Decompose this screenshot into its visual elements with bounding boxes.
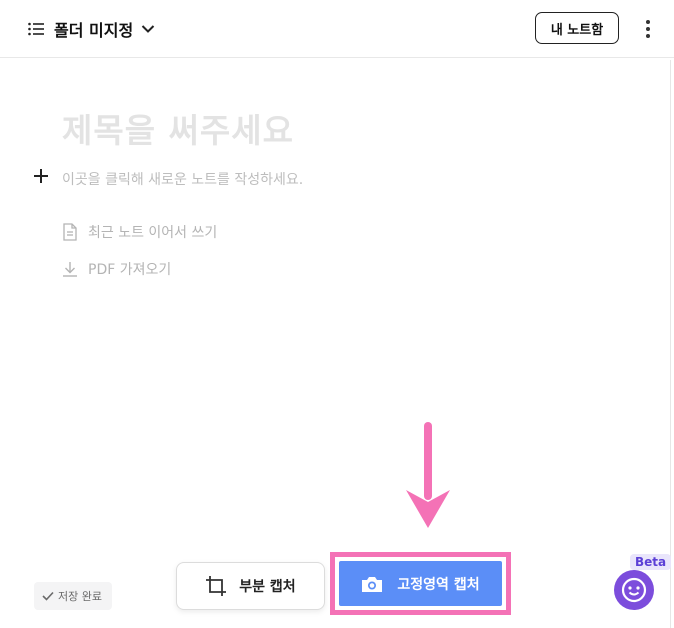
document-icon (63, 223, 77, 241)
fixed-area-capture-button[interactable]: 고정영역 캡처 (339, 561, 502, 606)
partial-capture-label: 부분 캡처 (239, 579, 296, 595)
note-header: 폴더 미지정 내 노트함 (0, 0, 674, 58)
folder-selector[interactable]: 폴더 미지정 (28, 17, 155, 41)
save-status-badge: 저장 완료 (34, 582, 112, 610)
partial-capture-button[interactable]: 부분 캡처 (176, 562, 325, 610)
annotation-arrow (406, 422, 450, 528)
continue-recent-note-label: 최근 노트 이어서 쓰기 (88, 225, 218, 241)
list-icon (28, 22, 44, 36)
smiley-face-icon (621, 577, 647, 603)
more-options-icon[interactable] (638, 16, 658, 42)
continue-recent-note-option[interactable]: 최근 노트 이어서 쓰기 (62, 222, 217, 242)
plus-icon[interactable] (33, 168, 49, 184)
my-notes-button[interactable]: 내 노트함 (535, 12, 619, 44)
chevron-down-icon (141, 25, 155, 33)
note-body-input[interactable]: 이곳을 클릭해 새로운 노트를 작성하세요. (62, 169, 303, 189)
crop-icon (206, 576, 227, 596)
import-pdf-option[interactable]: PDF 가져오기 (62, 259, 171, 279)
chatbot-button[interactable] (614, 570, 654, 610)
import-pdf-label: PDF 가져오기 (88, 262, 172, 278)
camera-icon (362, 576, 383, 592)
download-icon (63, 262, 77, 277)
note-title-input[interactable]: 제목을 써주세요 (62, 104, 294, 152)
panel-divider (670, 60, 671, 628)
check-icon (42, 591, 54, 601)
fixed-area-capture-label: 고정영역 캡처 (397, 576, 480, 593)
save-status-label: 저장 완료 (58, 590, 102, 603)
beta-badge: Beta (630, 554, 672, 570)
folder-label: 폴더 미지정 (54, 21, 134, 40)
